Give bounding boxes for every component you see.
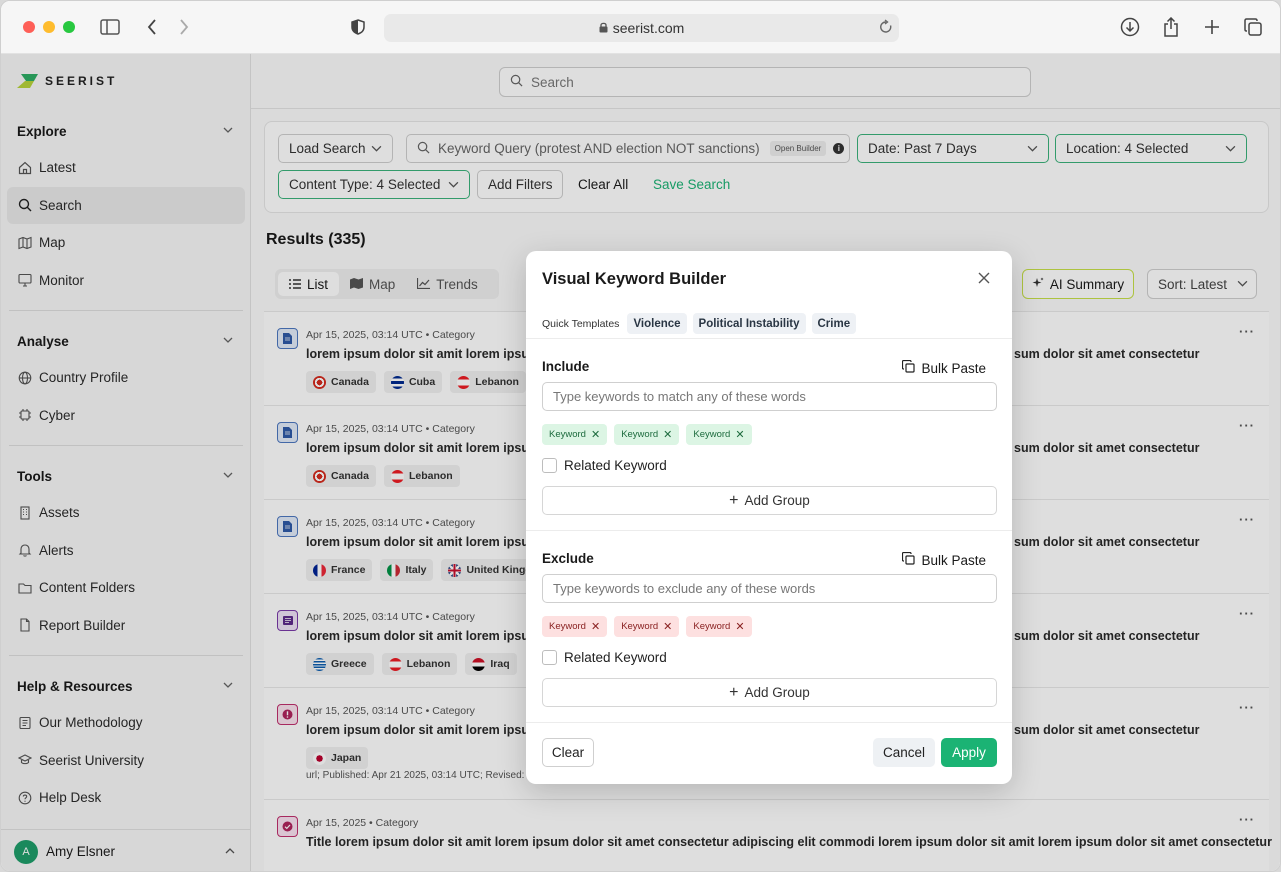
checkbox-label: Related Keyword <box>564 650 667 665</box>
quick-templates-label: Quick Templates <box>542 317 620 330</box>
bulk-paste-label: Bulk Paste <box>921 552 986 568</box>
chip-label: Keyword <box>621 429 659 440</box>
visual-keyword-builder-dialog: Visual Keyword Builder Quick Templates V… <box>526 251 1012 784</box>
template-crime[interactable]: Crime <box>811 313 857 334</box>
new-tab-icon[interactable] <box>1200 15 1224 39</box>
add-group-label: Add Group <box>744 493 810 508</box>
dialog-divider <box>526 338 1012 339</box>
exclude-keyword-chips: Keyword ✕ Keyword ✕ Keyword ✕ <box>542 616 759 637</box>
maximize-window-button[interactable] <box>63 21 75 33</box>
exclude-label: Exclude <box>542 551 594 566</box>
clear-button[interactable]: Clear <box>542 738 594 767</box>
browser-window: seerist.com SEERIST Explore Latest Searc… <box>0 0 1281 872</box>
copy-icon <box>902 551 916 568</box>
privacy-shield-icon[interactable] <box>346 15 370 39</box>
add-group-label: Add Group <box>744 685 810 700</box>
template-political-instability[interactable]: Political Instability <box>692 313 806 334</box>
remove-chip-icon[interactable]: ✕ <box>591 620 600 633</box>
browser-toolbar: seerist.com <box>1 1 1280 54</box>
close-window-button[interactable] <box>23 21 35 33</box>
chip-label: Keyword <box>621 621 659 632</box>
exclude-add-group-button[interactable]: + Add Group <box>542 678 997 707</box>
include-add-group-button[interactable]: + Add Group <box>542 486 997 515</box>
include-keyword-chips: Keyword ✕ Keyword ✕ Keyword ✕ <box>542 424 759 445</box>
keyword-chip[interactable]: Keyword ✕ <box>614 616 680 637</box>
checkbox[interactable] <box>542 458 557 473</box>
chip-label: Keyword <box>549 429 586 440</box>
sidebar-toggle-icon[interactable] <box>98 15 122 39</box>
keyword-chip[interactable]: Keyword ✕ <box>686 424 752 445</box>
exclude-bulk-paste-button[interactable]: Bulk Paste <box>902 551 986 568</box>
exclude-keywords-input[interactable]: Type keywords to exclude any of these wo… <box>542 574 997 603</box>
checkbox[interactable] <box>542 650 557 665</box>
remove-chip-icon[interactable]: ✕ <box>663 428 672 441</box>
apply-button[interactable]: Apply <box>941 738 997 767</box>
copy-icon <box>902 359 916 376</box>
lock-icon <box>599 20 608 36</box>
remove-chip-icon[interactable]: ✕ <box>735 620 744 633</box>
quick-templates: Quick Templates Violence Political Insta… <box>542 313 862 334</box>
download-icon[interactable] <box>1118 15 1142 39</box>
plus-icon: + <box>729 683 739 701</box>
template-violence[interactable]: Violence <box>627 313 687 334</box>
dialog-title: Visual Keyword Builder <box>542 270 726 288</box>
close-icon[interactable] <box>978 271 990 289</box>
address-bar[interactable]: seerist.com <box>384 14 899 42</box>
dialog-divider <box>526 722 1012 723</box>
cancel-button[interactable]: Cancel <box>873 738 935 767</box>
minimize-window-button[interactable] <box>43 21 55 33</box>
share-icon[interactable] <box>1159 15 1183 39</box>
include-keywords-input[interactable]: Type keywords to match any of these word… <box>542 382 997 411</box>
remove-chip-icon[interactable]: ✕ <box>663 620 672 633</box>
remove-chip-icon[interactable]: ✕ <box>591 428 600 441</box>
keyword-chip[interactable]: Keyword ✕ <box>686 616 752 637</box>
checkbox-label: Related Keyword <box>564 458 667 473</box>
include-related-keyword-checkbox[interactable]: Related Keyword <box>542 458 667 473</box>
forward-icon[interactable] <box>172 15 196 39</box>
exclude-related-keyword-checkbox[interactable]: Related Keyword <box>542 650 667 665</box>
include-bulk-paste-button[interactable]: Bulk Paste <box>902 359 986 376</box>
chip-label: Keyword <box>549 621 586 632</box>
chip-label: Keyword <box>693 621 731 632</box>
url-text: seerist.com <box>612 20 685 36</box>
keyword-chip[interactable]: Keyword ✕ <box>614 424 680 445</box>
chip-label: Keyword <box>693 429 731 440</box>
keyword-chip[interactable]: Keyword ✕ <box>542 424 608 445</box>
dialog-divider <box>526 530 1012 531</box>
bulk-paste-label: Bulk Paste <box>921 360 986 376</box>
include-label: Include <box>542 359 590 374</box>
remove-chip-icon[interactable]: ✕ <box>735 428 744 441</box>
tab-overview-icon[interactable] <box>1241 15 1265 39</box>
back-icon[interactable] <box>140 15 164 39</box>
keyword-chip[interactable]: Keyword ✕ <box>542 616 608 637</box>
plus-icon: + <box>729 491 739 509</box>
reload-icon[interactable] <box>879 19 893 38</box>
